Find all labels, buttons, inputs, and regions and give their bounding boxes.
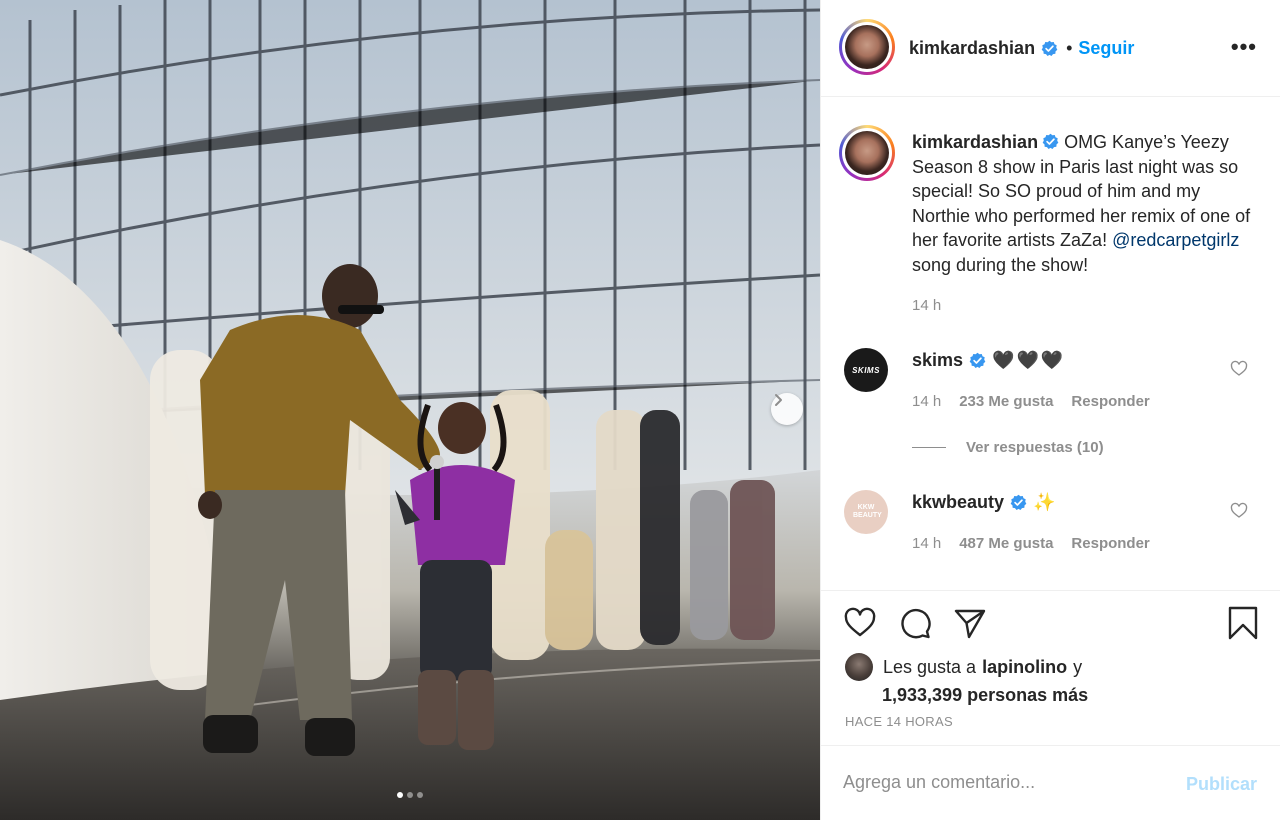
author-username[interactable]: kimkardashian — [909, 38, 1035, 59]
comment-time[interactable]: 14 h — [912, 535, 941, 552]
verified-badge-icon — [1010, 494, 1027, 510]
carousel-dots — [0, 792, 820, 798]
verified-badge-icon — [969, 352, 986, 368]
save-bookmark-icon[interactable] — [1226, 606, 1260, 640]
likes-conjunction: y — [1073, 656, 1083, 677]
post-timestamp[interactable]: HACE 14 HORAS — [845, 714, 953, 729]
carousel-dot-active — [397, 792, 403, 798]
likes-count[interactable]: 1,933,399 personas más — [882, 685, 1088, 706]
caption-author-avatar[interactable] — [839, 125, 895, 181]
like-comment-heart-icon[interactable] — [1230, 502, 1248, 520]
photo-illustration — [0, 0, 820, 820]
liker-username[interactable]: lapinolino — [982, 657, 1067, 678]
comment-avatar-kkwbeauty[interactable]: KKW BEAUTY — [844, 490, 888, 534]
caption-time[interactable]: 14 h — [912, 297, 941, 314]
verified-badge-icon — [1042, 133, 1059, 149]
comment-input[interactable] — [843, 772, 1163, 793]
comment-time[interactable]: 14 h — [912, 393, 941, 410]
likes-summary: Les gusta a lapinolino y 1,933,399 perso… — [845, 653, 1088, 706]
caption-text-end: song during the show! — [912, 254, 1089, 275]
comment-body: kkwbeauty ✨ — [912, 492, 1055, 513]
avatar-photo — [845, 131, 889, 175]
post-sidebar: kimkardashian • Seguir ••• kimkardashian… — [820, 0, 1280, 820]
post-photo[interactable] — [0, 0, 820, 820]
comment-meta: 14 h 233 Me gusta Responder — [912, 393, 1150, 410]
reply-button[interactable]: Responder — [1071, 393, 1149, 410]
caption-username[interactable]: kimkardashian — [912, 132, 1038, 152]
comment-avatar-skims[interactable]: SKIMS — [844, 348, 888, 392]
post-actions: Les gusta a lapinolino y 1,933,399 perso… — [821, 590, 1280, 745]
comment-username[interactable]: kkwbeauty — [912, 492, 1004, 513]
author-avatar[interactable] — [839, 19, 895, 75]
share-paper-plane-icon[interactable] — [953, 606, 987, 640]
comment-likes[interactable]: 233 Me gusta — [959, 393, 1053, 410]
skims-logo: SKIMS — [852, 365, 880, 375]
reply-button[interactable]: Responder — [1071, 535, 1149, 552]
view-replies-button[interactable]: Ver respuestas (10) — [912, 439, 1104, 456]
comment-body: skims 🖤🖤🖤 — [912, 350, 1065, 371]
author-line: kimkardashian • Seguir — [909, 38, 1134, 59]
caption-mention-link[interactable]: @redcarpetgirlz — [1112, 230, 1239, 250]
header-separator: • — [1066, 38, 1073, 58]
follow-button[interactable]: Seguir — [1078, 38, 1134, 59]
post-header: kimkardashian • Seguir ••• — [821, 0, 1280, 97]
comment-text: 🖤🖤🖤 — [992, 350, 1066, 370]
next-photo-button[interactable] — [771, 393, 803, 425]
publish-button[interactable]: Publicar — [1186, 774, 1257, 795]
avatar-photo — [845, 25, 889, 69]
kkwbeauty-logo: KKW BEAUTY — [853, 504, 882, 519]
verified-badge-icon — [1041, 40, 1058, 56]
liker-avatar[interactable] — [845, 653, 873, 681]
likes-prefix: Les gusta a — [883, 656, 977, 677]
like-heart-icon[interactable] — [843, 606, 877, 640]
add-comment-bar: Publicar — [821, 745, 1280, 820]
like-comment-heart-icon[interactable] — [1230, 360, 1248, 378]
carousel-dot — [417, 792, 423, 798]
carousel-dot — [407, 792, 413, 798]
comment-likes[interactable]: 487 Me gusta — [959, 535, 1053, 552]
comment-meta: 14 h 487 Me gusta Responder — [912, 535, 1150, 552]
comment-text: ✨ — [1033, 492, 1056, 512]
comment-bubble-icon[interactable] — [898, 606, 932, 640]
comment-username[interactable]: skims — [912, 350, 963, 371]
more-options-button[interactable]: ••• — [1231, 36, 1257, 58]
replies-line — [912, 447, 946, 448]
post-caption: kimkardashian OMG Kanye’s Yeezy Season 8 … — [912, 130, 1257, 277]
chevron-right-icon — [775, 394, 782, 406]
view-replies-label: Ver respuestas (10) — [966, 439, 1104, 456]
